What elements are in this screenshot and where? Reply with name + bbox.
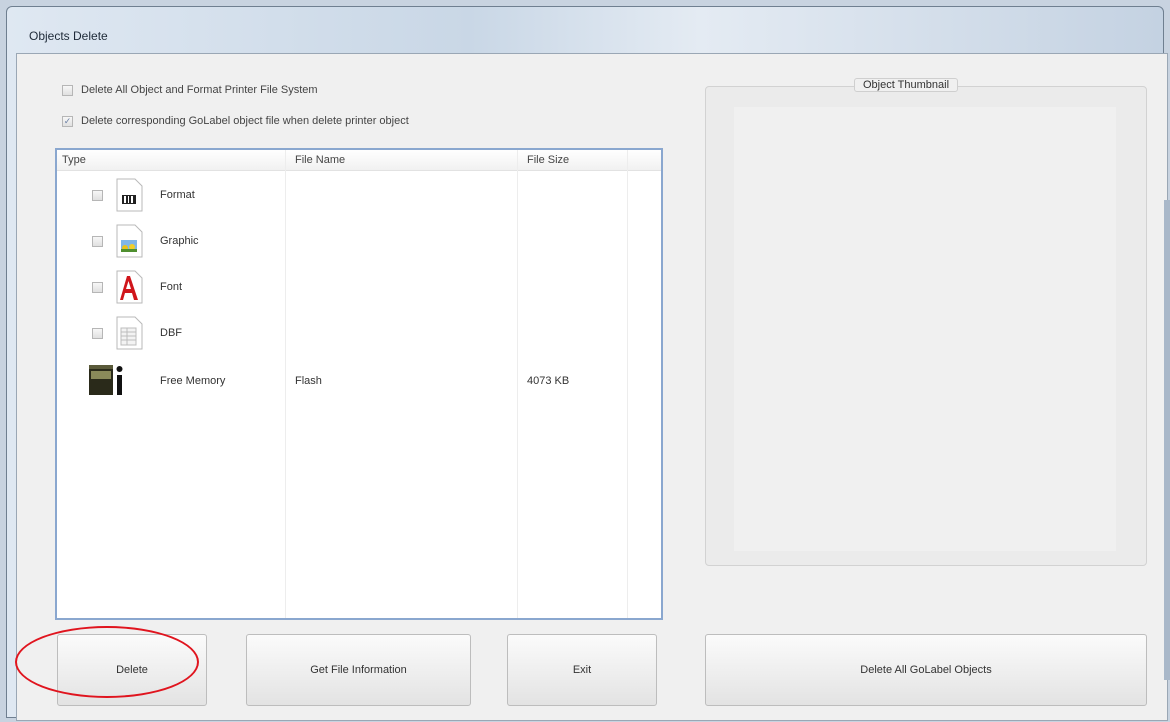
- list-item[interactable]: Font: [57, 267, 661, 307]
- list-item[interactable]: Free Memory Flash 4073 KB: [57, 361, 661, 401]
- dbf-file-icon: [116, 316, 143, 350]
- column-header-file-name[interactable]: File Name: [295, 154, 345, 166]
- row-type-label: Free Memory: [160, 375, 226, 387]
- row-file-size: 4073 KB: [527, 375, 570, 387]
- list-item[interactable]: Format: [57, 175, 661, 215]
- delete-all-checkbox[interactable]: [62, 84, 73, 96]
- delete-golabel-checkbox[interactable]: ✓: [62, 115, 73, 127]
- delete-button[interactable]: Delete: [57, 634, 207, 706]
- row-type-label: DBF: [160, 327, 182, 339]
- background-window-edge: [1164, 200, 1170, 680]
- delete-golabel-label: Delete corresponding GoLabel object file…: [81, 115, 409, 127]
- objects-delete-window: Objects Delete Delete All Object and For…: [6, 6, 1168, 721]
- delete-all-label: Delete All Object and Format Printer Fil…: [81, 84, 318, 96]
- memory-info-icon: [89, 365, 123, 395]
- row-type-label: Font: [160, 281, 183, 293]
- dialog-client-area: Delete All Object and Format Printer Fil…: [16, 53, 1168, 721]
- row-checkbox[interactable]: [92, 235, 103, 247]
- font-file-icon: [116, 270, 143, 304]
- list-header: Type File Name File Size: [57, 150, 661, 171]
- object-thumbnail-group: Object Thumbnail: [705, 78, 1147, 566]
- object-thumbnail-preview: [734, 107, 1116, 551]
- exit-button[interactable]: Exit: [507, 634, 657, 706]
- delete-all-option[interactable]: Delete All Object and Format Printer Fil…: [62, 84, 318, 96]
- window-title: Objects Delete: [29, 29, 108, 43]
- get-file-information-button[interactable]: Get File Information: [246, 634, 471, 706]
- row-type-label: Format: [160, 189, 195, 201]
- objects-list[interactable]: Type File Name File Size Format Graphic …: [55, 148, 663, 620]
- object-thumbnail-label: Object Thumbnail: [854, 78, 959, 92]
- row-file-name: Flash: [295, 375, 322, 387]
- delete-golabel-option[interactable]: ✓ Delete corresponding GoLabel object fi…: [62, 115, 409, 127]
- format-file-icon: [116, 178, 143, 212]
- list-item[interactable]: DBF: [57, 313, 661, 353]
- delete-all-golabel-objects-button[interactable]: Delete All GoLabel Objects: [705, 634, 1147, 706]
- graphic-file-icon: [116, 224, 143, 258]
- row-type-label: Graphic: [160, 235, 199, 247]
- row-checkbox[interactable]: [92, 281, 103, 293]
- column-header-file-size[interactable]: File Size: [527, 154, 569, 166]
- list-item[interactable]: Graphic: [57, 221, 661, 261]
- column-header-type[interactable]: Type: [62, 154, 86, 166]
- row-checkbox[interactable]: [92, 327, 103, 339]
- row-checkbox[interactable]: [92, 189, 103, 201]
